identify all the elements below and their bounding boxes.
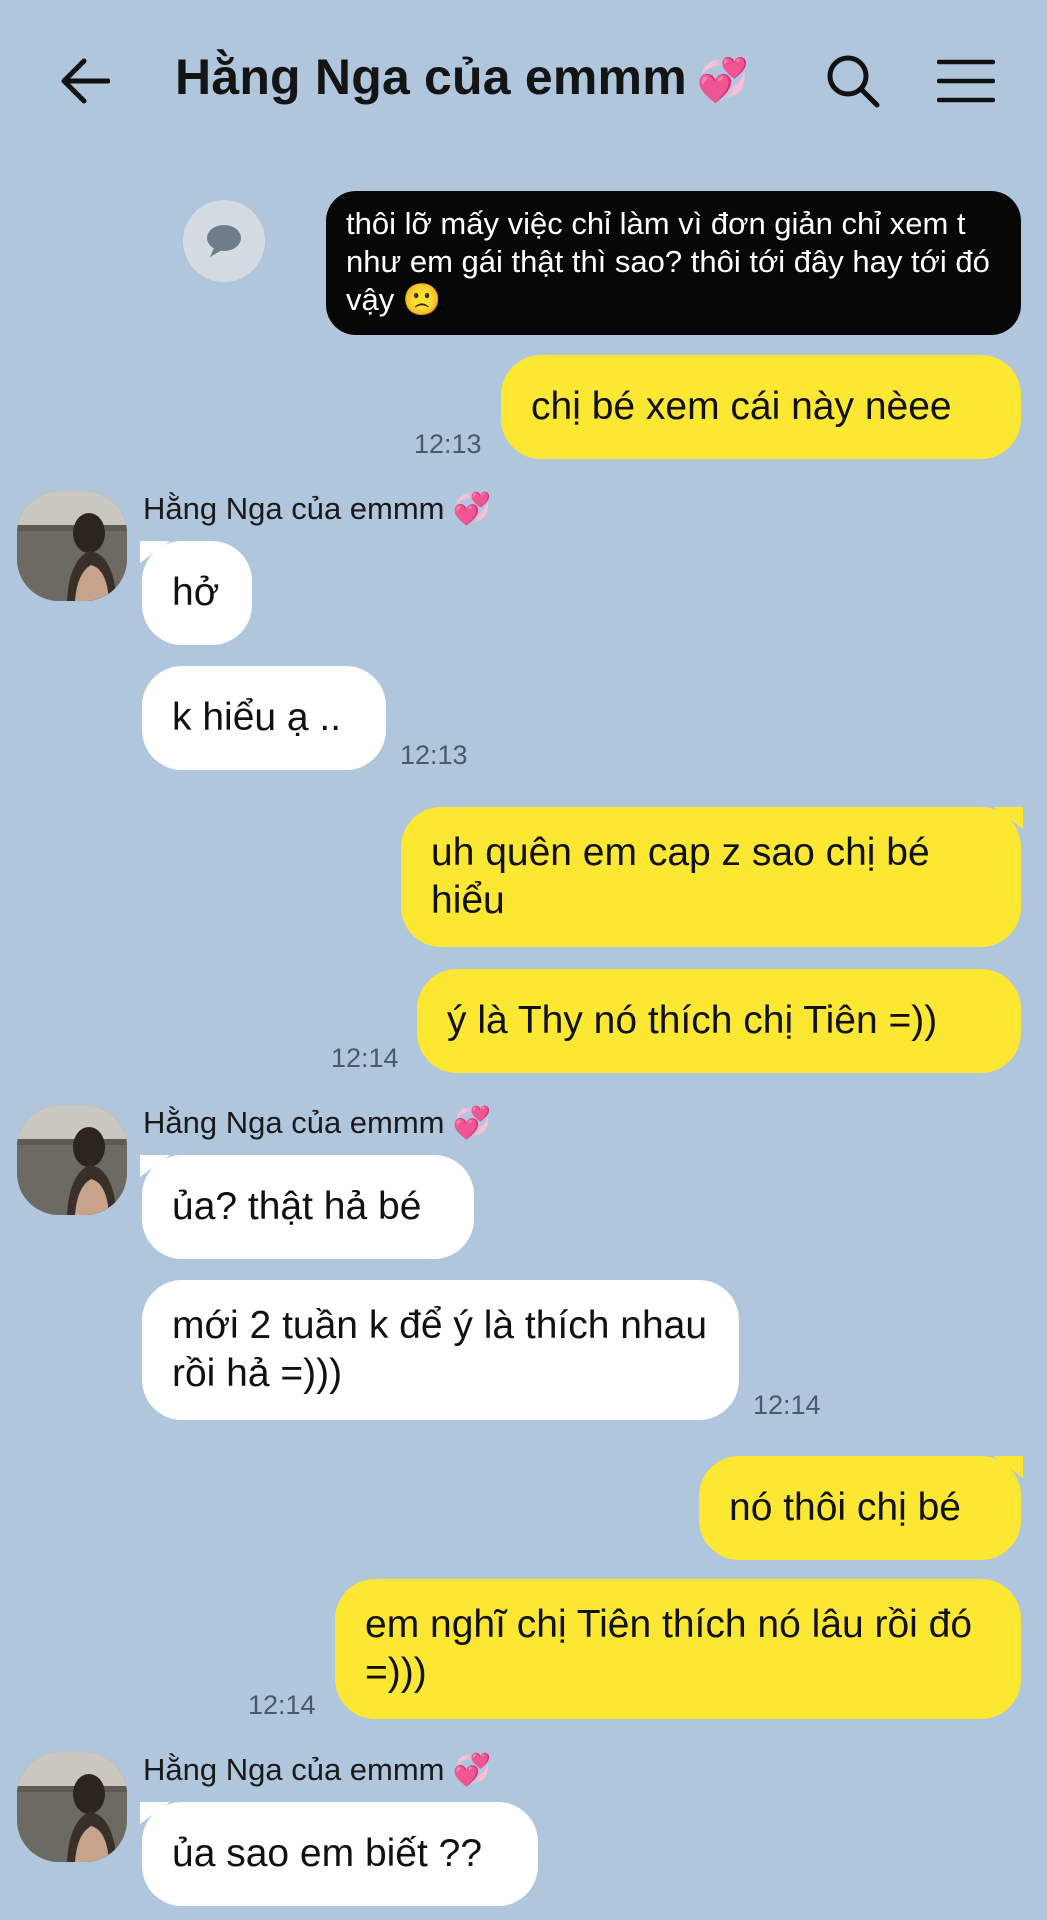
search-button[interactable] bbox=[818, 46, 888, 116]
contact-avatar[interactable] bbox=[17, 1752, 127, 1862]
message-text: ủa sao em biết ?? bbox=[172, 1832, 483, 1875]
their-message-bubble[interactable]: hở bbox=[140, 541, 252, 645]
reply-quote-button[interactable] bbox=[183, 200, 265, 282]
message-timestamp: 12:14 bbox=[753, 1390, 821, 1420]
message-text: ủa? thật hả bé bbox=[172, 1185, 422, 1228]
their-message-bubble[interactable]: mới 2 tuần k để ý là thích nhau rồi hả =… bbox=[142, 1280, 739, 1420]
sender-name: Hằng Nga của emmm 💞 bbox=[143, 1752, 492, 1788]
message-text: chị bé xem cái này nèee bbox=[531, 385, 952, 428]
my-message-bubble[interactable]: em nghĩ chị Tiên thích nó lâu rồi đó =))… bbox=[335, 1579, 1021, 1719]
two-hearts-icon: 💞 bbox=[452, 1105, 492, 1141]
my-message-bubble[interactable]: uh quên em cap z sao chị bé hiểu bbox=[401, 807, 1023, 947]
speech-bubble-icon bbox=[207, 225, 241, 257]
two-hearts-icon: 💞 bbox=[452, 1752, 492, 1788]
their-message-bubble[interactable]: ủa? thật hả bé bbox=[140, 1155, 474, 1259]
avatar-photo bbox=[17, 1105, 127, 1215]
contact-avatar[interactable] bbox=[17, 1105, 127, 1215]
message-text: ý là Thy nó thích chị Tiên =)) bbox=[447, 999, 938, 1042]
message-text: mới 2 tuần k để ý là thích nhau rồi hả =… bbox=[172, 1304, 708, 1395]
message-timestamp: 12:14 bbox=[248, 1690, 316, 1720]
reply-message-bubble[interactable]: thôi lỡ mấy việc chỉ làm vì đơn giản chỉ… bbox=[326, 191, 1021, 335]
message-text: nó thôi chị bé bbox=[729, 1486, 962, 1529]
chat-header: Hằng Nga của emmm 💞 bbox=[0, 0, 1047, 165]
chat-title: Hằng Nga của emmm 💞 bbox=[175, 48, 749, 106]
menu-icon bbox=[937, 59, 995, 103]
their-message-bubble[interactable]: ủa sao em biết ?? bbox=[140, 1802, 538, 1906]
contact-avatar[interactable] bbox=[17, 491, 127, 601]
message-text: uh quên em cap z sao chị bé hiểu bbox=[431, 831, 930, 922]
message-text: thôi lỡ mấy việc chỉ làm vì đơn giản chỉ… bbox=[346, 206, 990, 317]
message-text: k hiểu ạ .. bbox=[172, 696, 342, 739]
two-hearts-icon: 💞 bbox=[696, 55, 750, 104]
my-message-bubble[interactable]: nó thôi chị bé bbox=[699, 1456, 1023, 1560]
avatar-photo bbox=[17, 491, 127, 601]
their-message-bubble[interactable]: k hiểu ạ .. bbox=[142, 666, 386, 770]
message-timestamp: 12:14 bbox=[331, 1043, 399, 1073]
my-message-bubble[interactable]: ý là Thy nó thích chị Tiên =)) bbox=[417, 969, 1021, 1073]
back-button[interactable] bbox=[50, 46, 120, 116]
message-timestamp: 12:13 bbox=[400, 740, 468, 770]
sender-name: Hằng Nga của emmm 💞 bbox=[143, 491, 492, 527]
avatar-photo bbox=[17, 1752, 127, 1862]
menu-button[interactable] bbox=[930, 46, 1002, 116]
message-timestamp: 12:13 bbox=[414, 429, 482, 459]
message-text: em nghĩ chị Tiên thích nó lâu rồi đó =))… bbox=[365, 1603, 973, 1694]
two-hearts-icon: 💞 bbox=[452, 491, 492, 527]
chat-title-text: Hằng Nga của emmm bbox=[175, 49, 687, 105]
my-message-bubble[interactable]: chị bé xem cái này nèee bbox=[501, 355, 1021, 459]
back-arrow-icon bbox=[61, 58, 110, 104]
search-icon bbox=[827, 55, 880, 108]
message-text: hở bbox=[172, 571, 220, 614]
sender-name: Hằng Nga của emmm 💞 bbox=[143, 1105, 492, 1141]
